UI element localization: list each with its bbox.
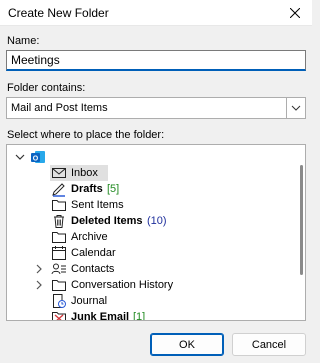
tree-item-calendar[interactable]: Calendar	[7, 245, 167, 261]
folder-icon	[52, 232, 66, 243]
tree-item-contacts[interactable]: Contacts	[7, 261, 167, 277]
tree-item-archive[interactable]: Archive	[7, 229, 167, 245]
name-label: Name:	[7, 35, 40, 47]
collapse-chevron-icon[interactable]	[15, 151, 25, 163]
unread-count: (10)	[147, 215, 167, 227]
tree-item-label: Drafts	[71, 183, 103, 195]
tree-item-deleted-items[interactable]: Deleted Items (10)	[7, 213, 187, 229]
tree-label: Select where to place the folder:	[7, 129, 165, 141]
name-input[interactable]	[6, 50, 306, 71]
tree-item-label: Junk Email	[71, 311, 130, 321]
tree-item-journal[interactable]: Journal	[7, 293, 167, 309]
folder-contains-label: Folder contains:	[7, 82, 86, 94]
chevron-down-icon	[291, 105, 301, 111]
contacts-icon	[51, 263, 66, 275]
tree-item-label: Calendar	[71, 247, 116, 259]
tree-item-label: Inbox	[71, 167, 98, 179]
unread-count: [5]	[107, 183, 120, 195]
tree-item-label: Contacts	[71, 263, 115, 275]
calendar-icon	[52, 246, 66, 260]
tree-item-label: Deleted Items	[71, 215, 143, 227]
tree-item-label: Journal	[71, 295, 108, 307]
drafts-pencil-icon	[52, 183, 65, 197]
tree-item-label: Conversation History	[71, 279, 174, 291]
dropdown-button[interactable]	[286, 98, 305, 118]
close-icon	[290, 8, 300, 18]
title-bar: Create New Folder	[0, 0, 312, 26]
folder-tree[interactable]: O Inbox Drafts [5] Sent Items Deleted It…	[6, 144, 306, 321]
envelope-icon	[52, 168, 66, 178]
unread-count: [1]	[133, 311, 146, 321]
cancel-button[interactable]: Cancel	[232, 333, 306, 356]
tree-item-label: Archive	[71, 231, 108, 243]
folder-contains-value: Mail and Post Items	[11, 102, 108, 114]
folder-icon	[52, 200, 66, 211]
vertical-scrollbar[interactable]	[300, 165, 303, 275]
tree-root[interactable]: O	[7, 149, 67, 165]
tree-item-conversation-history[interactable]: Conversation History	[7, 277, 207, 293]
trash-icon	[54, 215, 64, 228]
tree-item-inbox[interactable]: Inbox	[7, 165, 167, 181]
ok-button[interactable]: OK	[150, 333, 224, 356]
close-button[interactable]	[278, 0, 312, 26]
expand-chevron-icon[interactable]	[34, 263, 44, 275]
outlook-icon: O	[31, 151, 45, 163]
window-title: Create New Folder	[8, 6, 109, 20]
svg-text:O: O	[33, 156, 39, 163]
tree-item-junk-email[interactable]: Junk Email [1]	[7, 309, 167, 321]
folder-contains-select[interactable]: Mail and Post Items	[6, 97, 306, 119]
tree-item-drafts[interactable]: Drafts [5]	[7, 181, 167, 197]
folder-icon	[52, 280, 66, 291]
tree-item-label: Sent Items	[71, 199, 124, 211]
tree-item-sent-items[interactable]: Sent Items	[7, 197, 167, 213]
journal-icon	[53, 294, 66, 308]
junk-icon	[52, 312, 66, 320]
expand-chevron-icon[interactable]	[34, 279, 44, 291]
